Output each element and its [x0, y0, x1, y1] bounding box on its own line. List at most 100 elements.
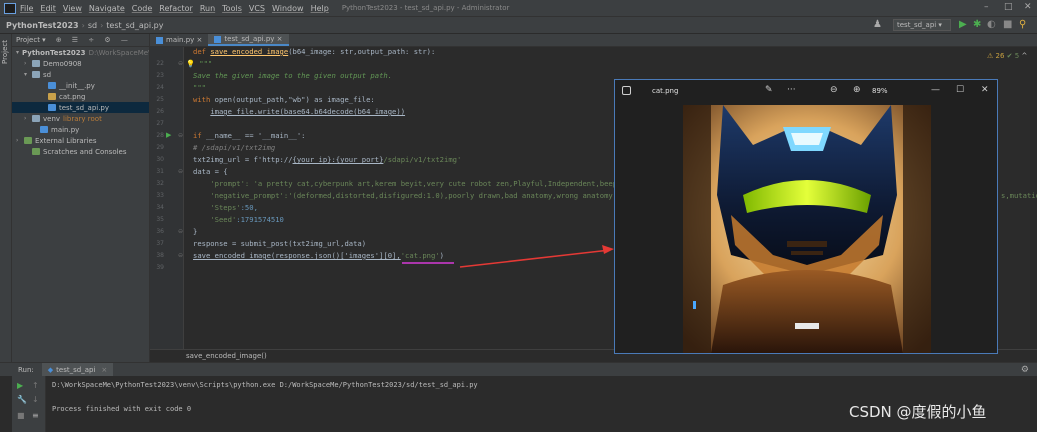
project-panel-toolbar-icons[interactable]: ⊕ ☰ ÷ ⚙ —	[56, 36, 132, 44]
scroll-up-icon[interactable]: ↑	[32, 381, 39, 390]
menu-navigate[interactable]: Navigate	[89, 4, 125, 13]
project-tool-button[interactable]: Project	[1, 40, 9, 64]
menu-vcs[interactable]: VCS	[249, 4, 265, 13]
tree-item-hint: D:\WorkSpaceMe\	[88, 48, 149, 57]
minimize-button[interactable]: –	[984, 2, 989, 12]
run-tab-test-sd-api[interactable]: ◆ test_sd_api ×	[41, 363, 114, 376]
menu-file[interactable]: File	[20, 4, 33, 13]
breadcrumb-separator: ›	[100, 20, 104, 30]
fold-marker-icon[interactable]: ⊖	[178, 228, 183, 235]
run-configuration-select[interactable]: test_sd_api ▾	[893, 19, 951, 31]
tree-item-label: PythonTest2023	[22, 48, 86, 57]
tree-item-label: cat.png	[59, 92, 86, 101]
menu-help[interactable]: Help	[311, 4, 329, 13]
tree-item-hint: library root	[63, 114, 102, 123]
tree-item[interactable]: __init__.py	[12, 80, 149, 91]
inspection-widget[interactable]: ⚠ 26 ✔ 5 ^	[987, 52, 1027, 60]
tree-item-label: venv	[43, 114, 61, 123]
code-line-overflow: s,mutatio	[1001, 191, 1037, 200]
menu-edit[interactable]: Edit	[40, 4, 56, 13]
tree-item[interactable]: main.py	[12, 124, 149, 135]
close-icon[interactable]: ×	[101, 366, 107, 374]
editor-gutter[interactable]: 22 23 24 25 26 27 28 29 30 31 32 33 34 3…	[150, 47, 184, 349]
menu-run[interactable]: Run	[200, 4, 215, 13]
close-button[interactable]: ✕	[981, 85, 989, 95]
menu-refactor[interactable]: Refactor	[159, 4, 193, 13]
chevron-up-icon[interactable]: ^	[1021, 52, 1027, 60]
code-line: 💡 """	[186, 59, 213, 68]
warning-count: ⚠ 26	[987, 52, 1005, 60]
edit-image-icon[interactable]: ✎	[765, 85, 773, 95]
code-line: data = {	[193, 167, 228, 176]
breadcrumb-function[interactable]: save_encoded_image()	[186, 352, 267, 360]
gear-icon[interactable]: ⚙	[1021, 365, 1029, 375]
stop-icon[interactable]: ■	[1003, 19, 1012, 30]
run-gutter-icon[interactable]: ▶	[166, 131, 171, 139]
scroll-down-icon[interactable]: ↓	[32, 395, 39, 404]
folder-icon	[32, 115, 40, 122]
robot-cat-picture	[683, 105, 931, 353]
menu-tools[interactable]: Tools	[222, 4, 242, 13]
more-options-button[interactable]: ···	[787, 85, 796, 95]
maximize-button[interactable]: ☐	[956, 85, 964, 95]
project-tree: ▾ PythonTest2023 D:\WorkSpaceMe\ › Demo0908 ▾…	[12, 47, 149, 157]
soft-wrap-icon[interactable]: ≡	[32, 411, 39, 420]
minimize-button[interactable]: —	[931, 85, 940, 95]
photo-viewer-window[interactable]: cat.png ✎ ··· ⊖ ⊕ 89% — ☐ ✕	[614, 79, 998, 354]
run-icon[interactable]: ▶	[959, 19, 967, 30]
breadcrumb-file[interactable]: test_sd_api.py	[106, 21, 163, 30]
line-number: 32	[156, 180, 164, 187]
python-file-icon	[156, 36, 163, 44]
fold-marker-icon[interactable]: ⊖	[178, 168, 183, 175]
line-number: 36	[156, 228, 164, 235]
tree-item[interactable]: › Demo0908	[12, 58, 149, 69]
wrench-icon[interactable]: 🔧	[17, 395, 27, 404]
photo-viewer-titlebar[interactable]: cat.png ✎ ··· ⊖ ⊕ 89% — ☐ ✕	[615, 80, 997, 103]
tab-test-sd-api-py[interactable]: test_sd_api.py ×	[208, 34, 289, 46]
chevron-icon[interactable]: ›	[24, 60, 32, 67]
tree-item[interactable]: ▾ PythonTest2023 D:\WorkSpaceMe\	[12, 47, 149, 58]
close-button[interactable]: ✕	[1024, 2, 1032, 12]
zoom-in-button[interactable]: ⊕	[853, 85, 861, 95]
line-number: 23	[156, 72, 164, 79]
ok-count: ✔ 5	[1006, 52, 1020, 60]
code-line: 'prompt': 'a pretty cat,cyberpunk art,ke…	[210, 179, 618, 188]
fold-marker-icon[interactable]: ⊖	[178, 132, 183, 139]
chevron-icon[interactable]: ▾	[16, 49, 19, 56]
user-icon[interactable]: ♟	[873, 19, 882, 30]
maximize-button[interactable]: □	[1004, 2, 1013, 12]
line-number: 39	[156, 264, 164, 271]
project-view-selector[interactable]: Project ▾	[16, 36, 46, 44]
menu-view[interactable]: View	[63, 4, 82, 13]
debug-icon[interactable]: ✱	[973, 19, 981, 30]
line-number: 27	[156, 120, 164, 127]
csdn-watermark: CSDN @度假的小鱼	[849, 403, 987, 421]
zoom-out-button[interactable]: ⊖	[830, 85, 838, 95]
search-icon[interactable]: ⚲	[1019, 19, 1026, 30]
fold-marker-icon[interactable]: ⊖	[178, 252, 183, 259]
project-panel: Project ▾ ⊕ ☰ ÷ ⚙ — ▾ PythonTest2023 D:\Wo…	[12, 34, 150, 362]
tree-item-label: External Libraries	[35, 136, 97, 145]
tree-item[interactable]: Scratches and Consoles	[12, 146, 149, 157]
code-line: # /sdapi/v1/txt2img	[193, 143, 276, 152]
coverage-icon[interactable]: ◐	[987, 19, 996, 30]
chevron-icon[interactable]: ▾	[24, 71, 32, 78]
tree-item[interactable]: › venv library root	[12, 113, 149, 124]
chevron-icon[interactable]: ›	[16, 137, 24, 144]
fold-marker-icon[interactable]: ⊖	[178, 60, 183, 67]
stop-icon[interactable]: ■	[17, 411, 25, 420]
line-number: 34	[156, 204, 164, 211]
menu-code[interactable]: Code	[132, 4, 152, 13]
chevron-icon[interactable]: ›	[24, 115, 32, 122]
lib-icon	[24, 137, 32, 144]
tree-item[interactable]: ▾ sd	[12, 69, 149, 80]
tab-main-py[interactable]: main.py ×	[150, 34, 208, 46]
tree-item[interactable]: › External Libraries	[12, 135, 149, 146]
rerun-icon[interactable]: ▶	[17, 381, 23, 390]
breadcrumb-project[interactable]: PythonTest2023	[6, 21, 79, 30]
breadcrumb-folder[interactable]: sd	[88, 21, 97, 30]
tree-item[interactable]: cat.png	[12, 91, 149, 102]
line-number: 33	[156, 192, 164, 199]
menu-window[interactable]: Window	[272, 4, 304, 13]
tree-item[interactable]: test_sd_api.py	[12, 102, 149, 113]
